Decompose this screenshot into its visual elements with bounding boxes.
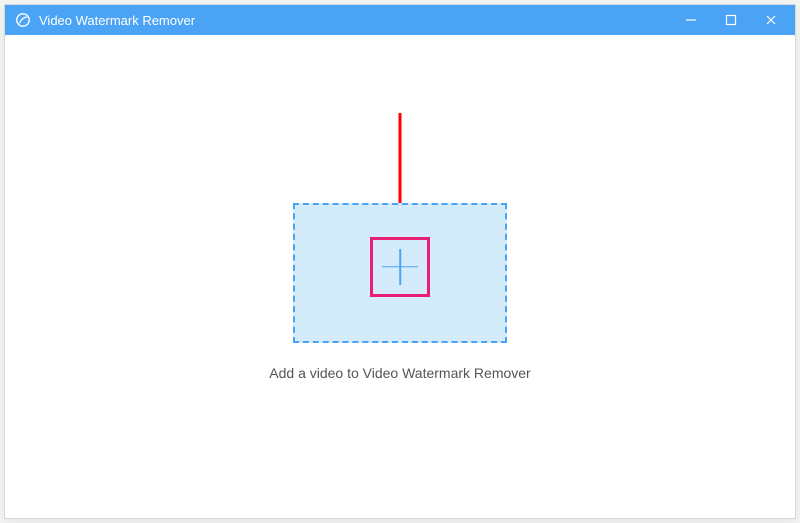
titlebar: Video Watermark Remover [5, 5, 795, 35]
plus-icon [382, 249, 418, 285]
app-title: Video Watermark Remover [39, 13, 671, 28]
main-content: Add a video to Video Watermark Remover [5, 35, 795, 518]
app-logo-icon [15, 12, 31, 28]
annotation-highlight-box [370, 237, 430, 297]
close-icon [765, 14, 777, 26]
maximize-button[interactable] [711, 5, 751, 35]
minimize-button[interactable] [671, 5, 711, 35]
window-controls [671, 5, 791, 35]
add-video-dropzone[interactable] [293, 203, 507, 343]
app-window: Video Watermark Remover [4, 4, 796, 519]
maximize-icon [725, 14, 737, 26]
minimize-icon [685, 14, 697, 26]
dropzone-label: Add a video to Video Watermark Remover [269, 365, 530, 381]
close-button[interactable] [751, 5, 791, 35]
